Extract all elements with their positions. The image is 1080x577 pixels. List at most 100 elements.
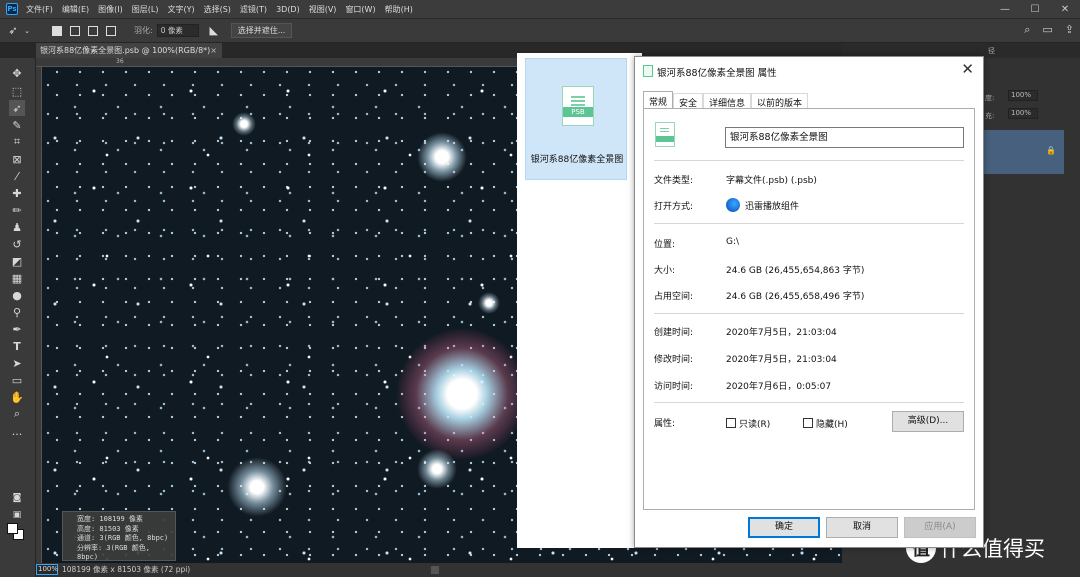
file-type-value: 字幕文件(.psb) (.psb) <box>726 176 817 186</box>
eyedropper-tool-icon[interactable]: ⁄ <box>9 168 25 184</box>
readonly-checkbox[interactable] <box>726 418 736 428</box>
add-selection-icon[interactable] <box>70 25 80 36</box>
healing-brush-icon[interactable]: ✚ <box>9 185 25 201</box>
dodge-tool-icon[interactable]: ⚲ <box>9 304 25 320</box>
options-bar: ➶ ⌄ 羽化: 0 像素 ◣ 选择并遮住... ⌕ ▭ ⇪ <box>0 19 1080 43</box>
menu-3d[interactable]: 3D(D) <box>276 5 300 14</box>
explorer-window: PSB 银河系88亿像素全景图 <box>517 53 642 548</box>
menu-edit[interactable]: 编辑(E) <box>62 4 89 15</box>
psb-badge: PSB <box>563 107 593 117</box>
panel-tab-paths[interactable]: 径 <box>988 46 995 56</box>
ok-button[interactable]: 确定 <box>748 517 820 538</box>
marquee-tool-icon[interactable]: ⬚ <box>9 83 25 99</box>
menu-layer[interactable]: 图层(L) <box>132 4 159 15</box>
bright-star <box>397 329 527 459</box>
open-with-value: 迅雷播放组件 <box>745 202 800 212</box>
tab-security[interactable]: 安全 <box>673 93 704 109</box>
hidden-label[interactable]: 隐藏(H) <box>816 417 848 430</box>
divider <box>654 313 964 314</box>
menu-select[interactable]: 选择(S) <box>204 4 231 15</box>
search-icon[interactable]: ⌕ <box>1024 23 1030 37</box>
hidden-checkbox[interactable] <box>803 418 813 428</box>
selected-file-tile[interactable]: PSB 银河系88亿像素全景图 <box>525 58 627 180</box>
dialog-tabs: 常规 安全 详细信息 以前的版本 <box>643 91 809 109</box>
foreground-color-swatch[interactable] <box>7 523 18 534</box>
menu-file[interactable]: 文件(F) <box>26 4 53 15</box>
document-tab[interactable]: 银河系88亿像素全景图.psb @ 100%(RGB/8*) × <box>36 43 222 58</box>
fill-field[interactable]: 100% <box>1008 108 1038 119</box>
info-channels: 通道: 3(RGB 颜色, 8bpc) <box>77 534 169 542</box>
menu-window[interactable]: 窗口(W) <box>345 4 375 15</box>
dialog-title: 银河系88亿像素全景图 属性 <box>657 68 777 79</box>
subtract-selection-icon[interactable] <box>88 25 98 36</box>
photoshop-logo-icon: Ps <box>6 3 18 15</box>
readonly-label[interactable]: 只读(R) <box>739 417 770 430</box>
history-brush-icon[interactable]: ↺ <box>9 236 25 252</box>
tab-details[interactable]: 详细信息 <box>703 93 752 109</box>
opacity-label: 度: <box>985 94 995 102</box>
pen-tool-icon[interactable]: ✒ <box>9 321 25 337</box>
fill-label: 充: <box>985 112 995 120</box>
close-window-icon[interactable]: ✕ <box>1050 0 1080 19</box>
eraser-tool-icon[interactable]: ◩ <box>9 253 25 269</box>
apply-button[interactable]: 应用(A) <box>904 517 976 538</box>
info-height: 高度: 81503 像素 <box>77 524 139 533</box>
divider <box>654 402 964 403</box>
quick-mask-icon[interactable]: ◙ <box>9 490 25 506</box>
menu-filter[interactable]: 滤镜(T) <box>240 4 267 15</box>
chevron-down-icon[interactable]: ⌄ <box>20 24 34 38</box>
new-selection-icon[interactable] <box>52 25 62 36</box>
info-width: 宽度: 108199 像素 <box>77 515 143 523</box>
menu-type[interactable]: 文字(Y) <box>167 4 194 15</box>
frame-tool-icon[interactable]: ⊠ <box>9 151 25 167</box>
star <box>417 449 457 489</box>
file-title-icon <box>643 65 653 77</box>
accessed-label: 访问时间: <box>654 382 694 392</box>
clone-stamp-icon[interactable]: ♟ <box>9 219 25 235</box>
zoom-level-field[interactable]: 100% <box>36 564 58 575</box>
file-name-field[interactable]: 银河系88亿像素全景图 <box>725 127 964 148</box>
zoom-tool-icon[interactable]: ⌕ <box>9 406 25 422</box>
type-tool-icon[interactable]: T <box>9 338 25 354</box>
maximize-icon[interactable]: ☐ <box>1020 0 1050 19</box>
brush-tool-icon[interactable]: ✏ <box>9 202 25 218</box>
star <box>417 132 467 182</box>
attributes-label: 属性: <box>654 419 676 429</box>
anti-alias-icon[interactable]: ◣ <box>207 24 221 38</box>
opacity-field[interactable]: 100% <box>1008 90 1038 101</box>
document-size-info: 108199 像素 x 81503 像素 (72 ppi) <box>62 565 191 574</box>
lasso-tool-icon[interactable]: ➶ <box>6 24 20 38</box>
ruler-mark: 36 <box>116 58 124 65</box>
path-select-icon[interactable]: ➤ <box>9 355 25 371</box>
menu-view[interactable]: 视图(V) <box>309 4 337 15</box>
quick-select-tool-icon[interactable]: ✎ <box>9 117 25 133</box>
share-icon[interactable]: ⇪ <box>1065 23 1074 37</box>
close-tab-icon[interactable]: × <box>210 43 217 58</box>
cancel-button[interactable]: 取消 <box>826 517 898 538</box>
menu-image[interactable]: 图像(I) <box>98 4 123 15</box>
menu-help[interactable]: 帮助(H) <box>385 4 413 15</box>
advanced-button[interactable]: 高级(D)... <box>892 411 964 432</box>
gradient-tool-icon[interactable]: ▦ <box>9 270 25 286</box>
open-with-label: 打开方式: <box>654 202 694 212</box>
minimize-icon[interactable]: — <box>990 0 1020 19</box>
screen-mode-icon[interactable]: ▣ <box>9 507 25 523</box>
rectangle-tool-icon[interactable]: ▭ <box>9 372 25 388</box>
close-icon[interactable]: ✕ <box>961 60 974 78</box>
divider <box>654 160 964 161</box>
workspace-icon[interactable]: ▭ <box>1042 23 1052 37</box>
move-tool-icon[interactable]: ✥ <box>9 65 25 81</box>
crop-tool-icon[interactable]: ⌗ <box>9 134 25 150</box>
tab-previous-versions[interactable]: 以前的版本 <box>751 93 809 109</box>
feather-input[interactable]: 0 像素 <box>156 24 199 37</box>
tab-general[interactable]: 常规 <box>643 91 674 108</box>
more-tools-icon[interactable]: ··· <box>9 426 25 442</box>
lock-icon: 🔒 <box>1046 146 1056 155</box>
lasso-tool-icon[interactable]: ➶ <box>9 100 25 116</box>
horizontal-scrollbar[interactable] <box>431 566 439 574</box>
select-and-mask-button[interactable]: 选择并遮住... <box>230 23 293 38</box>
modified-value: 2020年7月5日，21:03:04 <box>726 355 837 365</box>
hand-tool-icon[interactable]: ✋ <box>9 389 25 405</box>
intersect-selection-icon[interactable] <box>106 25 116 36</box>
blur-tool-icon[interactable]: ● <box>9 287 25 303</box>
